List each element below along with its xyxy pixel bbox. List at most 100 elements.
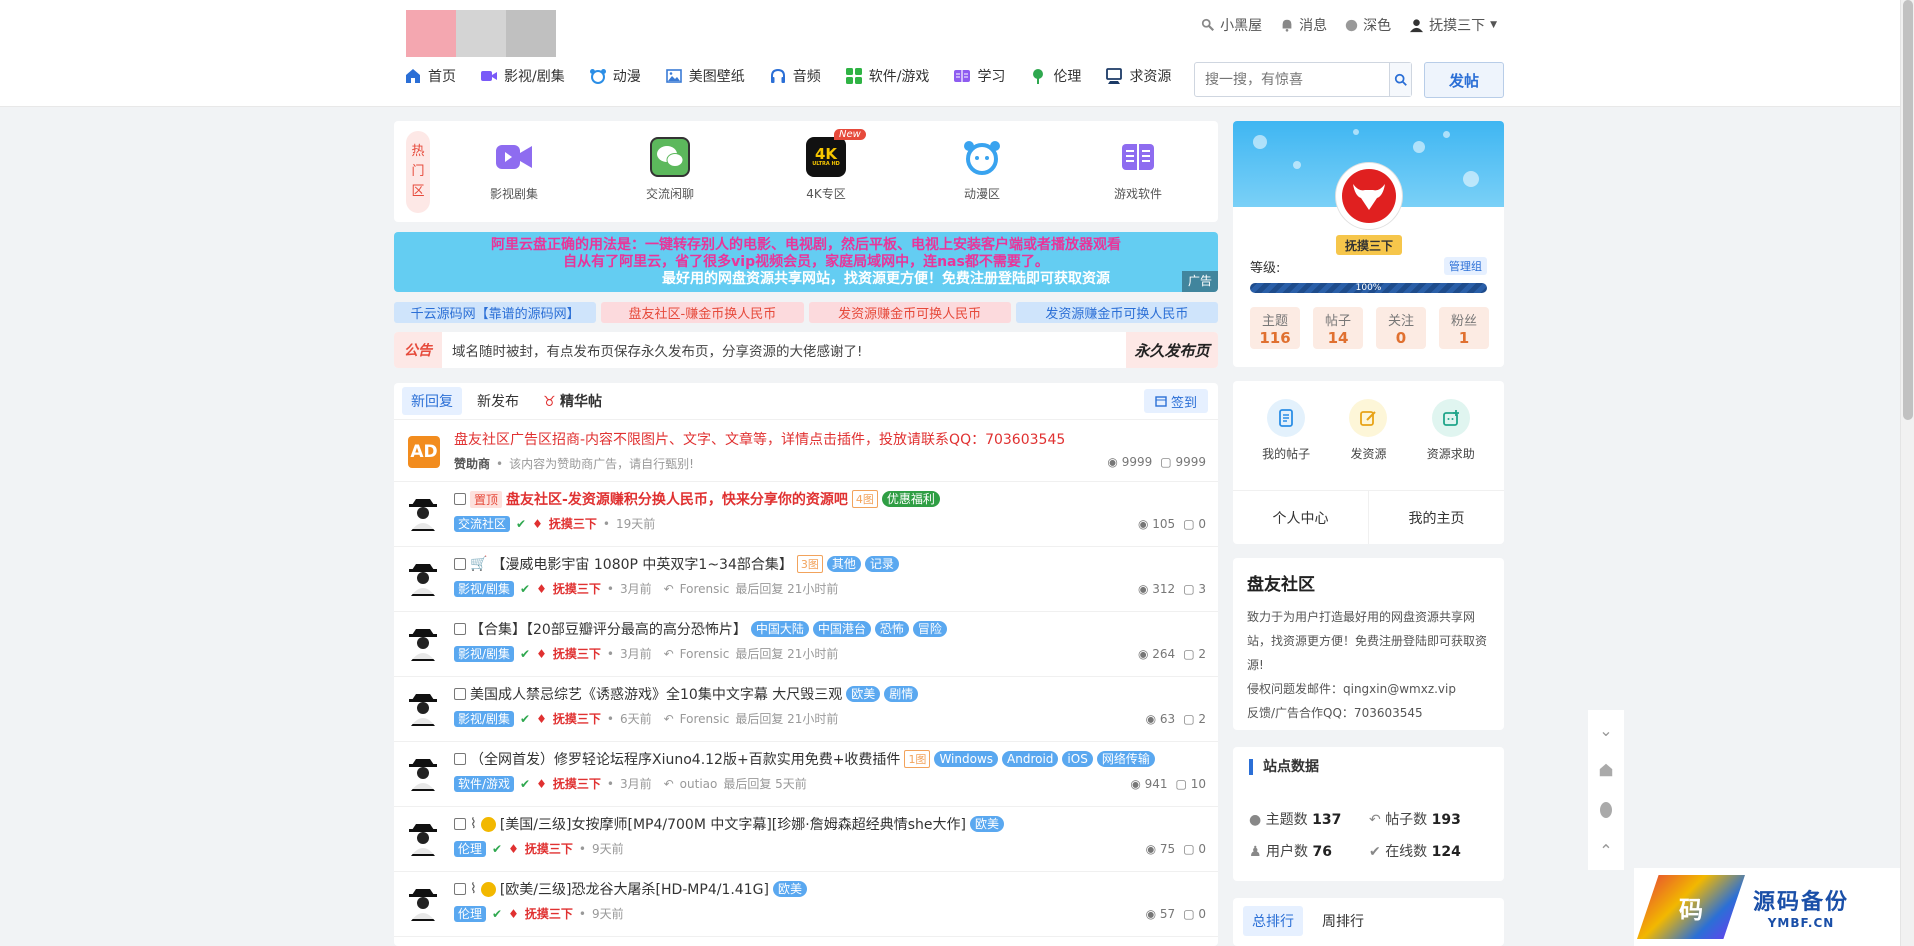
nav-item-anime[interactable]: 动漫: [589, 66, 641, 86]
nav-item-study[interactable]: 学习: [953, 66, 1005, 86]
hot-item-anime[interactable]: 动漫区: [932, 137, 1032, 202]
category-badge[interactable]: 交流社区: [454, 515, 511, 532]
profile-avatar[interactable]: [1336, 163, 1402, 229]
tag-badge[interactable]: 冒险: [912, 621, 947, 637]
thread-title[interactable]: （全网首发）修罗轻论坛程序Xiuno4.12版+百款实用免费+收费插件: [470, 749, 900, 769]
select-checkbox[interactable]: [454, 558, 466, 570]
category-badge[interactable]: 影视/剧集: [454, 580, 515, 597]
blackroom-link[interactable]: 小黑屋: [1201, 15, 1262, 35]
thread-row[interactable]: 【合集】【20部豆瓣评分最高的高分恐怖片】 中国大陆 中国港台 恐怖 冒险 影视/剧集 ✔ ♦…: [394, 612, 1218, 677]
nav-item-audio[interactable]: 音频: [769, 66, 821, 86]
tag-badge[interactable]: Windows: [934, 751, 999, 767]
friend-link[interactable]: 发资源赚金币可换人民币: [1015, 302, 1218, 323]
stat-followers[interactable]: 粉丝 1: [1439, 307, 1489, 349]
qq-button[interactable]: [1588, 790, 1624, 830]
thread-title[interactable]: [美国/三级]女按摩师[MP4/700M 中文字幕][珍娜·詹姆森超经典情she…: [500, 814, 966, 834]
thread-row[interactable]: ⌇ [欧美/三级]恐龙谷大屠杀[HD-MP4/1.41G] 欧美 伦理 ✔ ♦ 抚摸三下 • 9…: [394, 872, 1218, 937]
tag-badge[interactable]: 欧美: [969, 816, 1004, 832]
tag-badge[interactable]: 网络传输: [1096, 751, 1155, 767]
category-badge[interactable]: 影视/剧集: [454, 645, 515, 662]
tag-badge[interactable]: 记录: [864, 556, 899, 572]
hot-item-games[interactable]: 游戏软件: [1088, 137, 1188, 202]
avatar[interactable]: [406, 690, 440, 728]
friend-link[interactable]: 发资源赚金币可换人民币: [808, 302, 1011, 323]
thread-title[interactable]: 美国成人禁忌综艺《诱惑游戏》全10集中文字幕 大尺毁三观: [470, 684, 842, 704]
nav-item-ethics[interactable]: 伦理: [1029, 66, 1081, 86]
hot-item-4k[interactable]: 4K ULTRA HD New 4K专区: [776, 129, 876, 202]
last-reply-user[interactable]: outiao: [680, 777, 718, 791]
category-badge[interactable]: 软件/游戏: [454, 775, 515, 792]
thread-title[interactable]: 【漫威电影宇宙 1080P 中英双字1~34部合集】: [491, 554, 792, 574]
nav-item-software[interactable]: 软件/游戏: [845, 66, 929, 86]
select-checkbox[interactable]: [454, 883, 466, 895]
sponsor-title[interactable]: 盘友社区广告区招商-内容不限图片、文字、文章等，详情点击插件，投放请联系QQ：7…: [454, 429, 1065, 449]
tag-badge[interactable]: 优惠福利: [881, 491, 940, 507]
thread-title[interactable]: [欧美/三级]恐龙谷大屠杀[HD-MP4/1.41G]: [500, 879, 769, 899]
search-input[interactable]: [1195, 63, 1389, 96]
tab-featured[interactable]: ♉ 精华帖: [534, 387, 611, 415]
nav-item-video[interactable]: 影视/剧集: [480, 66, 565, 86]
last-reply-user[interactable]: Forensic: [680, 712, 730, 726]
resource-help-button[interactable]: 资源求助: [1416, 399, 1486, 462]
tag-badge[interactable]: iOS: [1062, 751, 1093, 767]
avatar[interactable]: [406, 755, 440, 793]
author-name[interactable]: 抚摸三下: [549, 515, 597, 532]
site-logo[interactable]: [406, 10, 556, 57]
sponsor-row[interactable]: AD 盘友社区广告区招商-内容不限图片、文字、文章等，详情点击插件，投放请联系Q…: [394, 420, 1218, 482]
sign-in-button[interactable]: 签到: [1144, 389, 1208, 413]
stat-posts[interactable]: 帖子 14: [1313, 307, 1363, 349]
avatar[interactable]: [406, 625, 440, 663]
thread-title[interactable]: 【合集】【20部豆瓣评分最高的高分恐怖片】: [470, 619, 747, 639]
profile-name[interactable]: 抚摸三下: [1336, 235, 1402, 255]
avatar[interactable]: [406, 820, 440, 858]
friend-link[interactable]: 千云源码网【靠谱的源码网】: [394, 302, 597, 323]
tab-new-post[interactable]: 新发布: [468, 387, 528, 415]
scrollbar-thumb[interactable]: [1903, 0, 1913, 420]
select-checkbox[interactable]: [454, 493, 466, 505]
home-button[interactable]: [1588, 750, 1624, 790]
author-name[interactable]: 抚摸三下: [553, 645, 601, 662]
select-checkbox[interactable]: [454, 818, 466, 830]
user-center-link[interactable]: 个人中心: [1233, 491, 1369, 544]
dark-mode-toggle[interactable]: 深色: [1345, 15, 1391, 35]
permanent-page-link[interactable]: 永久发布页: [1126, 332, 1218, 368]
tab-new-reply[interactable]: 新回复: [402, 387, 462, 415]
tag-badge[interactable]: 欧美: [772, 881, 807, 897]
tab-total-rank[interactable]: 总排行: [1243, 906, 1303, 936]
select-checkbox[interactable]: [454, 623, 466, 635]
thread-row[interactable]: ⌇ [美国/三级]女按摩师[MP4/700M 中文字幕][珍娜·詹姆森超经典情sh…: [394, 807, 1218, 872]
select-checkbox[interactable]: [454, 688, 466, 700]
thread-title[interactable]: 盘友社区-发资源赚积分换人民币，快来分享你的资源吧: [506, 489, 848, 509]
search-button[interactable]: [1389, 63, 1411, 96]
tag-badge[interactable]: Android: [1002, 751, 1059, 767]
scroll-down-button[interactable]: ⌄: [1588, 710, 1624, 750]
select-checkbox[interactable]: [454, 753, 466, 765]
tag-badge[interactable]: 中国港台: [812, 621, 871, 637]
last-reply-user[interactable]: Forensic: [680, 582, 730, 596]
tag-badge[interactable]: 中国大陆: [750, 621, 809, 637]
category-badge[interactable]: 影视/剧集: [454, 710, 515, 727]
message-link[interactable]: 消息: [1280, 15, 1327, 35]
hot-item-video[interactable]: 影视剧集: [464, 137, 564, 202]
author-name[interactable]: 抚摸三下: [553, 580, 601, 597]
avatar[interactable]: [406, 885, 440, 923]
author-name[interactable]: 抚摸三下: [525, 840, 573, 857]
stat-topics[interactable]: 主题 116: [1250, 307, 1300, 349]
tag-badge[interactable]: 剧情: [884, 686, 919, 702]
category-badge[interactable]: 伦理: [454, 840, 487, 857]
post-button[interactable]: 发帖: [1424, 62, 1504, 98]
thread-row[interactable]: 置顶 盘友社区-发资源赚积分换人民币，快来分享你的资源吧 4图 优惠福利 交流社区 ✔ ♦ 抚…: [394, 482, 1218, 547]
nav-item-request[interactable]: 求资源: [1105, 66, 1171, 86]
avatar[interactable]: [406, 560, 440, 598]
hot-item-chat[interactable]: 交流闲聊: [620, 137, 720, 202]
nav-item-wallpaper[interactable]: 美图壁纸: [665, 66, 745, 86]
avatar[interactable]: [406, 495, 440, 533]
tag-badge[interactable]: 欧美: [846, 686, 881, 702]
post-resource-button[interactable]: 发资源: [1333, 399, 1403, 462]
my-homepage-link[interactable]: 我的主页: [1369, 491, 1504, 544]
tag-badge[interactable]: 其他: [826, 556, 861, 572]
author-name[interactable]: 抚摸三下: [553, 710, 601, 727]
ad-banner[interactable]: 阿里云盘正确的用法是：一键转存别人的电影、电视剧，然后平板、电视上安装客户端或者…: [394, 232, 1218, 292]
friend-link[interactable]: 盘友社区-赚金币换人民币: [601, 302, 804, 323]
thread-row[interactable]: 美国成人禁忌综艺《诱惑游戏》全10集中文字幕 大尺毁三观 欧美 剧情 影视/剧集 ✔ ♦ 抚…: [394, 677, 1218, 742]
